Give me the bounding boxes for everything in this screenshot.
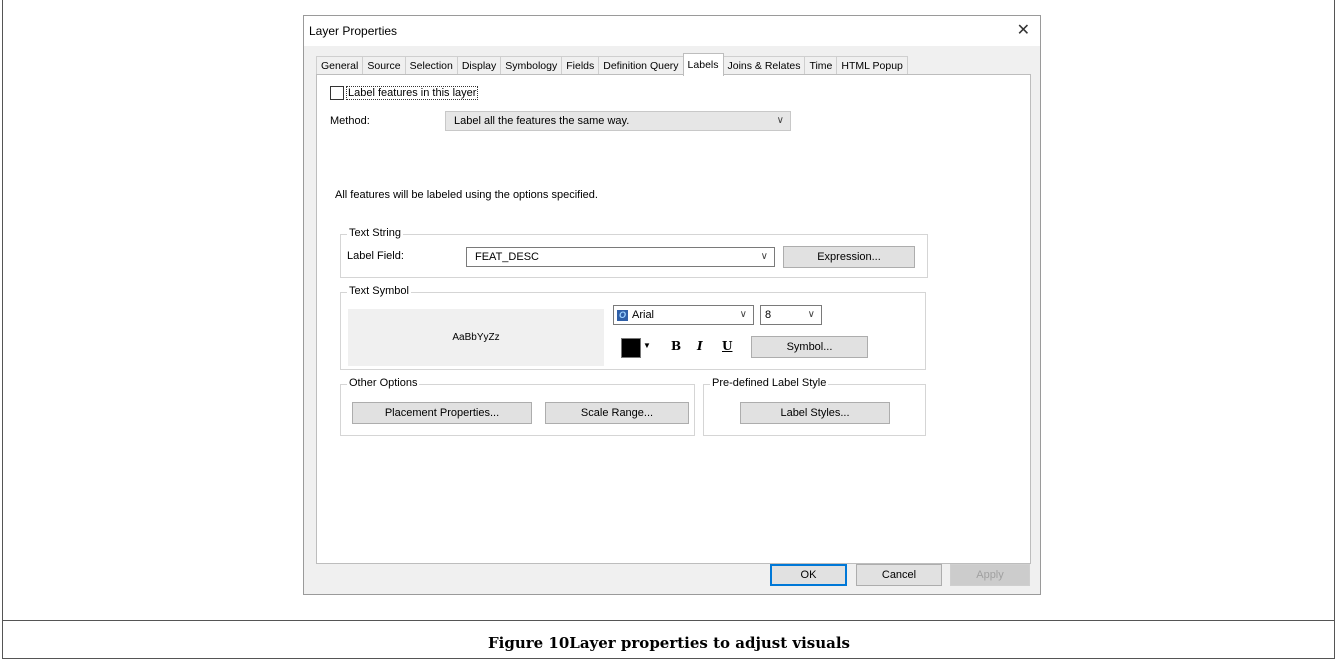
other-options-group-label: Other Options — [347, 377, 420, 389]
symbol-preview: AaBbYyZz — [348, 309, 604, 366]
label-field-value: FEAT_DESC — [475, 251, 539, 263]
color-dropdown-arrow-icon[interactable]: ▼ — [643, 341, 651, 350]
tab-selection[interactable]: Selection — [404, 56, 458, 76]
close-icon[interactable]: ✕ — [1017, 20, 1030, 40]
info-text: All features will be labeled using the o… — [335, 189, 598, 201]
label-features-checkbox[interactable] — [330, 86, 344, 100]
italic-button[interactable]: I — [697, 339, 703, 353]
opentype-font-icon: O — [617, 309, 628, 321]
scale-range-button[interactable]: Scale Range... — [545, 402, 689, 424]
tab-display[interactable]: Display — [456, 56, 502, 76]
font-size-dropdown[interactable]: 8 ∨ — [760, 305, 822, 325]
font-size-value: 8 — [765, 309, 772, 321]
label-features-label[interactable]: Label features in this layer — [346, 86, 479, 100]
label-styles-button[interactable]: Label Styles... — [740, 402, 890, 424]
method-label: Method: — [330, 115, 370, 127]
predefined-label-style-group: Pre-defined Label Style Label Styles... — [703, 377, 926, 436]
labels-panel: Label features in this layer Method: Lab… — [316, 74, 1031, 564]
dialog-title: Layer Properties — [309, 24, 398, 38]
cancel-button[interactable]: Cancel — [856, 564, 942, 586]
tab-definition-query[interactable]: Definition Query — [598, 56, 684, 76]
ok-button[interactable]: OK — [770, 564, 847, 586]
figure-caption: Figure 10Layer properties to adjust visu… — [487, 634, 851, 652]
expression-button[interactable]: Expression... — [783, 246, 915, 268]
tab-time[interactable]: Time — [804, 56, 838, 76]
tab-general[interactable]: General — [316, 56, 364, 76]
apply-button[interactable]: Apply — [950, 564, 1030, 586]
symbol-button[interactable]: Symbol... — [751, 336, 868, 358]
text-string-group-label: Text String — [347, 227, 403, 239]
label-field-label: Label Field: — [347, 250, 404, 262]
predefined-label-style-group-label: Pre-defined Label Style — [710, 377, 829, 389]
tab-source[interactable]: Source — [362, 56, 406, 76]
text-color-swatch[interactable] — [621, 338, 641, 358]
method-value: Label all the features the same way. — [454, 115, 630, 127]
tab-labels[interactable]: Labels — [682, 53, 724, 76]
tab-strip: General Source Selection Display Symbology Fi… — [316, 53, 908, 76]
label-features-row: Label features in this layer — [330, 86, 479, 100]
tab-html-popup[interactable]: HTML Popup — [836, 56, 908, 76]
tab-fields[interactable]: Fields — [561, 56, 600, 76]
text-symbol-group: Text Symbol AaBbYyZz O Arial ∨ 8 ∨ ▼ B I … — [340, 285, 926, 370]
chevron-down-icon: ∨ — [760, 251, 768, 262]
bold-button[interactable]: B — [671, 339, 681, 353]
layer-properties-dialog: Layer Properties ✕ General Source Selectio… — [303, 15, 1041, 595]
text-symbol-group-label: Text Symbol — [347, 285, 411, 297]
text-string-group: Text String Label Field: FEAT_DESC ∨ Exp… — [340, 227, 928, 278]
tab-symbology[interactable]: Symbology — [500, 56, 563, 76]
chevron-down-icon: ∨ — [776, 115, 784, 126]
other-options-group: Other Options Placement Properties... Sc… — [340, 377, 695, 436]
font-value: Arial — [632, 309, 655, 321]
title-bar: Layer Properties ✕ — [304, 16, 1040, 46]
method-dropdown[interactable]: Label all the features the same way. ∨ — [445, 111, 791, 131]
font-dropdown[interactable]: O Arial ∨ — [613, 305, 754, 325]
caption-divider — [2, 620, 1335, 621]
underline-button[interactable]: U — [722, 339, 732, 353]
label-field-dropdown[interactable]: FEAT_DESC ∨ — [466, 247, 775, 267]
placement-properties-button[interactable]: Placement Properties... — [352, 402, 532, 424]
chevron-down-icon: ∨ — [739, 309, 747, 320]
chevron-down-icon: ∨ — [807, 309, 815, 320]
tab-joins-relates[interactable]: Joins & Relates — [722, 56, 806, 76]
